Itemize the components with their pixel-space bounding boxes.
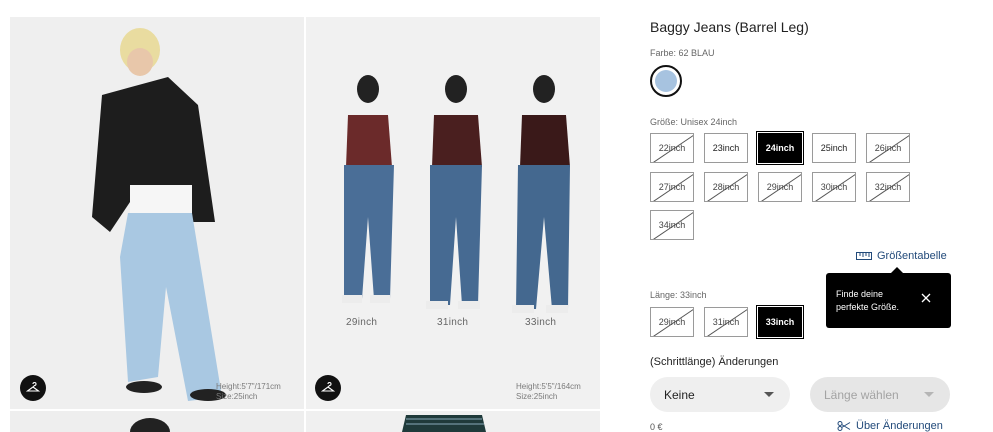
photo-4-preview bbox=[402, 415, 486, 432]
alterations-title: (Schrittlänge) Änderungen bbox=[650, 356, 779, 368]
product-photo-length-comparison[interactable]: 29inch 31inch 33inch Height:5'5"/164cm S… bbox=[306, 17, 600, 409]
size-finder-tooltip: Finde deine perfekte Größe. bbox=[826, 267, 951, 328]
product-photo-4[interactable] bbox=[306, 411, 600, 432]
size-option-29[interactable]: 29inch bbox=[758, 172, 802, 202]
length-caption-31: 31inch bbox=[437, 317, 469, 328]
product-detail-panel: Baggy Jeans (Barrel Leg) Farbe: 62 BLAU … bbox=[650, 0, 993, 432]
size-chart-label: Größentabelle bbox=[877, 250, 947, 262]
photo-3-preview bbox=[130, 418, 170, 432]
size-option-23[interactable]: 23inch bbox=[704, 133, 748, 163]
length-option-29[interactable]: 29inch bbox=[650, 307, 694, 337]
size-option-24[interactable]: 24inch bbox=[756, 131, 804, 165]
size-option-30[interactable]: 30inch bbox=[812, 172, 856, 202]
ruler-icon bbox=[856, 252, 872, 260]
color-swatch-fill bbox=[655, 70, 677, 92]
length-label: Länge: 33inch bbox=[650, 290, 707, 300]
alteration-select[interactable]: Keine bbox=[650, 377, 790, 412]
size-chart-link[interactable]: Größentabelle bbox=[856, 250, 947, 262]
tooltip-text: Finde deine perfekte Größe. bbox=[836, 289, 900, 312]
length-comparison-illustration bbox=[306, 17, 600, 409]
product-photo-model-front[interactable]: Height:5'7"/171cm Size:25inch bbox=[10, 17, 304, 409]
size-option-28[interactable]: 28inch bbox=[704, 172, 748, 202]
chevron-down-icon bbox=[924, 392, 934, 397]
about-alterations-label: Über Änderungen bbox=[856, 420, 943, 432]
length-caption-33: 33inch bbox=[525, 317, 557, 328]
alteration-price: 0 € bbox=[650, 422, 663, 432]
length-option-33[interactable]: 33inch bbox=[756, 305, 804, 339]
hanger-icon bbox=[26, 381, 40, 392]
model-height-info: Height:5'5"/164cm Size:25inch bbox=[516, 382, 581, 401]
size-label: Größe: Unisex 24inch bbox=[650, 117, 738, 127]
size-option-34[interactable]: 34inch bbox=[650, 210, 694, 240]
chevron-down-icon bbox=[764, 392, 774, 397]
product-page: Height:5'7"/171cm Size:25inch 29inch 31i… bbox=[0, 0, 993, 432]
size-option-32[interactable]: 32inch bbox=[866, 172, 910, 202]
try-on-hanger-button[interactable] bbox=[20, 375, 46, 401]
close-icon[interactable] bbox=[921, 293, 931, 303]
size-option-22[interactable]: 22inch bbox=[650, 133, 694, 163]
size-option-27[interactable]: 27inch bbox=[650, 172, 694, 202]
product-photo-3[interactable] bbox=[10, 411, 304, 432]
product-title: Baggy Jeans (Barrel Leg) bbox=[650, 19, 809, 35]
length-select[interactable]: Länge wählen bbox=[810, 377, 950, 412]
try-on-hanger-button[interactable] bbox=[315, 375, 341, 401]
length-caption-29: 29inch bbox=[346, 317, 378, 328]
length-option-31[interactable]: 31inch bbox=[704, 307, 748, 337]
model-height-info: Height:5'7"/171cm Size:25inch bbox=[216, 382, 281, 401]
alteration-select-value: Keine bbox=[664, 387, 695, 402]
size-option-26[interactable]: 26inch bbox=[866, 133, 910, 163]
hanger-icon bbox=[321, 381, 335, 392]
scissors-icon bbox=[837, 421, 851, 431]
color-swatch-blue[interactable] bbox=[650, 65, 682, 97]
size-option-25[interactable]: 25inch bbox=[812, 133, 856, 163]
model-illustration bbox=[10, 17, 304, 409]
about-alterations-link[interactable]: Über Änderungen bbox=[837, 420, 943, 432]
color-label: Farbe: 62 BLAU bbox=[650, 48, 715, 58]
length-select-placeholder: Länge wählen bbox=[824, 387, 899, 402]
